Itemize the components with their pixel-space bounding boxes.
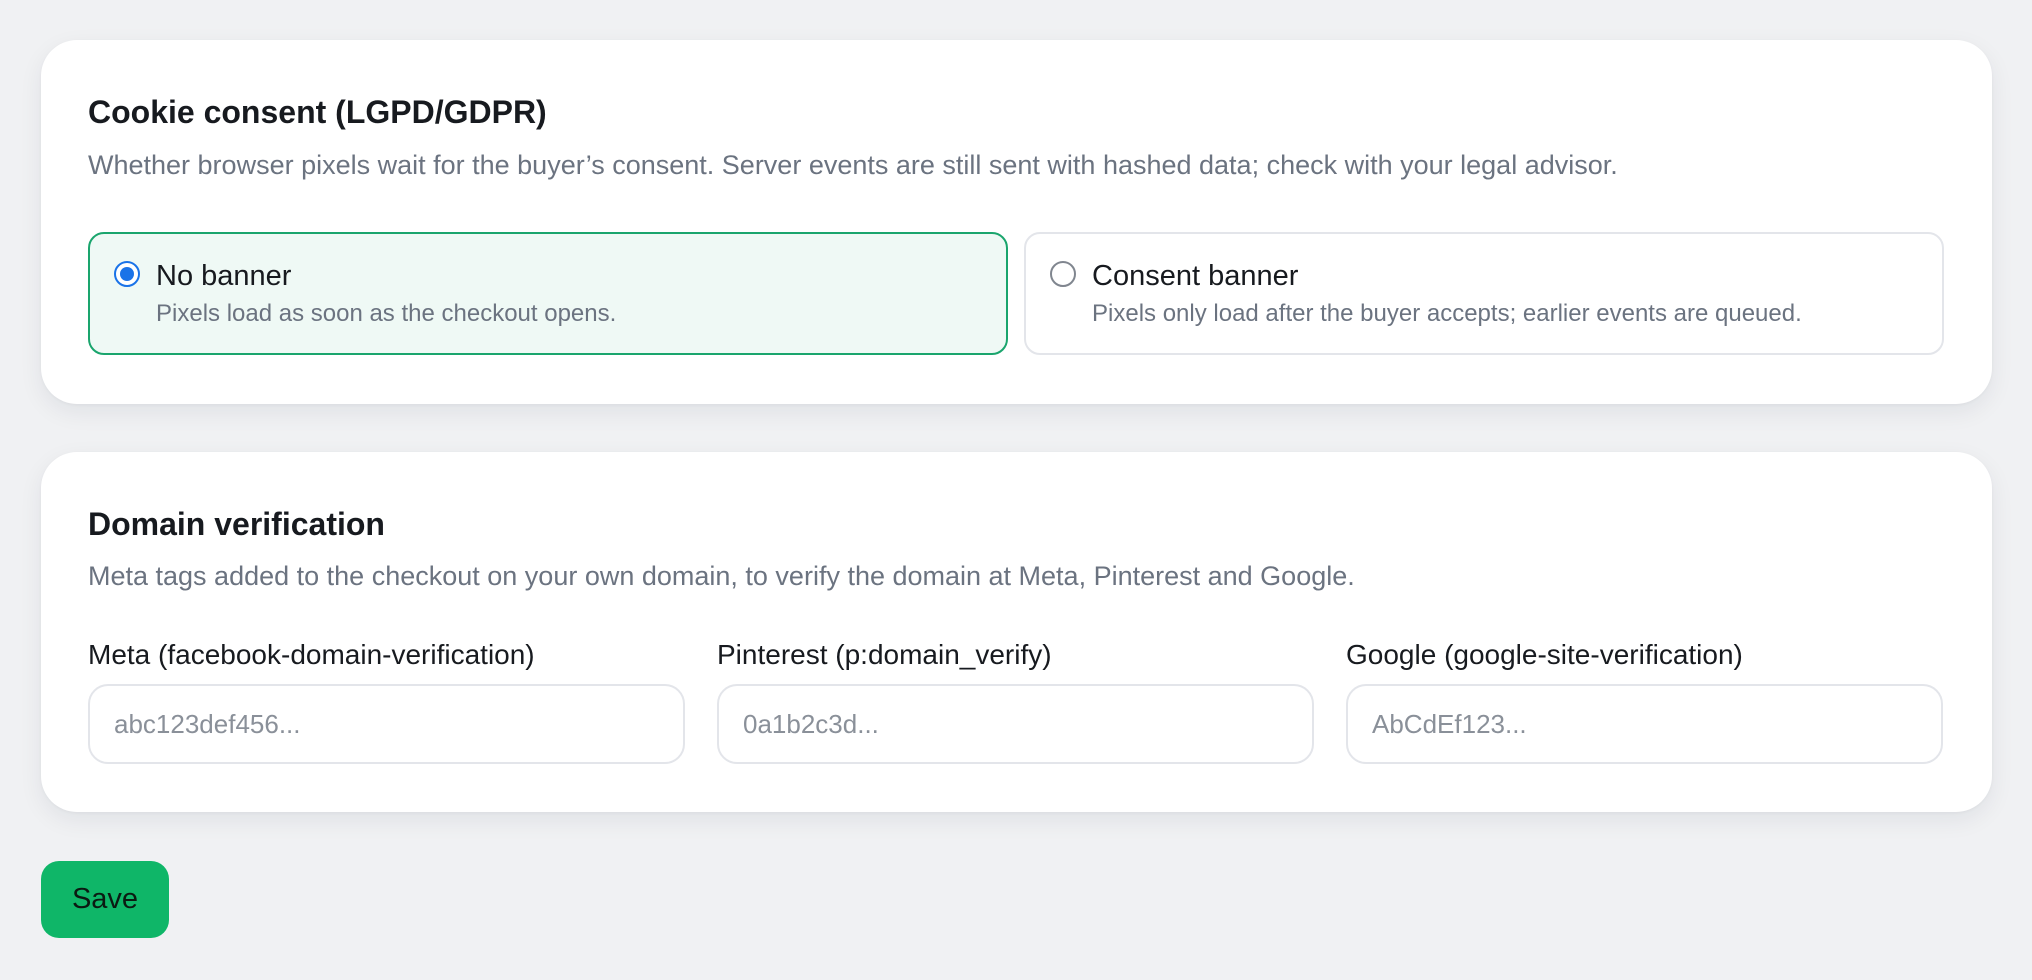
cookie-consent-card: Cookie consent (LGPD/GDPR) Whether brows…: [41, 40, 1992, 404]
save-button[interactable]: Save: [41, 861, 169, 938]
radio-checked-icon[interactable]: [114, 261, 140, 287]
meta-verification-label: Meta (facebook-domain-verification): [88, 639, 535, 670]
meta-verification-input[interactable]: [88, 684, 685, 764]
cookie-consent-title: Cookie consent (LGPD/GDPR): [88, 94, 547, 130]
radio-unchecked-icon[interactable]: [1050, 261, 1076, 287]
domain-verification-title: Domain verification: [88, 506, 385, 542]
pinterest-verification-label: Pinterest (p:domain_verify): [717, 639, 1052, 670]
option-no-banner-label: No banner: [156, 260, 292, 292]
pinterest-verification-input[interactable]: [717, 684, 1314, 764]
cookie-consent-description: Whether browser pixels wait for the buye…: [88, 150, 1618, 180]
google-verification-label: Google (google-site-verification): [1346, 639, 1743, 670]
option-consent-banner-help: Pixels only load after the buyer accepts…: [1092, 300, 1802, 327]
domain-verification-description: Meta tags added to the checkout on your …: [88, 561, 1355, 591]
option-consent-banner-label: Consent banner: [1092, 260, 1299, 292]
domain-verification-card: Domain verification Meta tags added to t…: [41, 452, 1992, 812]
option-no-banner-help: Pixels load as soon as the checkout open…: [156, 300, 617, 327]
option-no-banner[interactable]: No banner Pixels load as soon as the che…: [88, 232, 1008, 355]
google-verification-input[interactable]: [1346, 684, 1943, 764]
option-consent-banner[interactable]: Consent banner Pixels only load after th…: [1024, 232, 1944, 355]
